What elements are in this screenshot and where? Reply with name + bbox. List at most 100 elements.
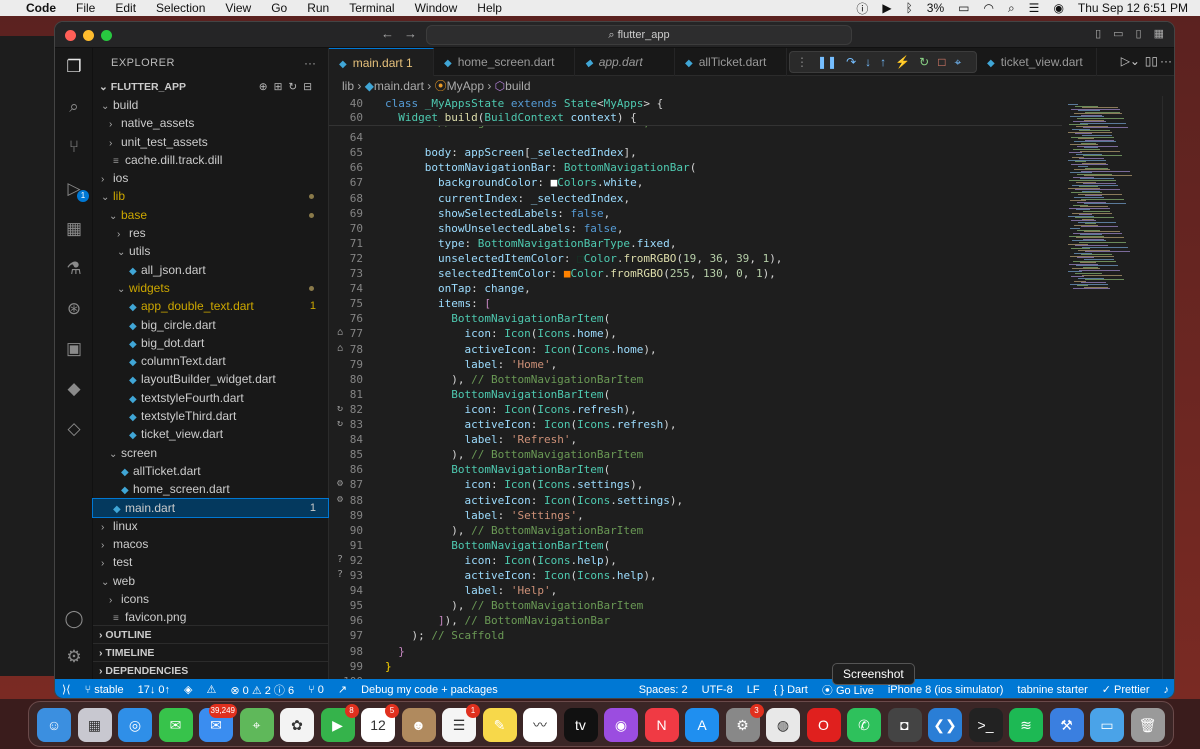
dock-podcasts[interactable]: ◉ [604,708,638,742]
split-editor-icon[interactable]: ▯▯ [1145,54,1158,68]
tree-item[interactable]: ◆ all_json.dart [93,261,328,279]
device-selector[interactable]: iPhone 8 (ios simulator) [881,684,1011,696]
dock-spotify[interactable]: ≋ [1009,708,1043,742]
tab-allticket[interactable]: ◆ allTicket.dart [675,48,787,76]
menu-window[interactable]: Window [405,0,468,16]
back-arrow-icon[interactable]: ← [381,26,394,41]
code-editor[interactable]: 40 class _MyAppsState extends State<MyApp… [329,96,1062,688]
problems-count[interactable]: ⊗ 0 ⚠ 2 ⓘ 6 [223,682,301,698]
tree-item[interactable]: › res [93,224,328,242]
tree-item[interactable]: ◆ textstyleThird.dart [93,407,328,425]
dependencies-section[interactable]: › DEPENDENCIES [93,661,328,679]
tree-item[interactable]: ⌄ build [93,96,328,114]
dock-maps[interactable]: ⌖ [239,708,274,742]
tab-ticket-view[interactable]: ◆ ticket_view.dart [977,48,1097,76]
dock-calendar[interactable]: 12 5 [361,704,399,742]
menu-run[interactable]: Run [297,0,339,16]
tree-item[interactable]: ⌄ lib [93,187,328,205]
dock-screenshot[interactable]: ◘ [887,708,922,742]
play-icon[interactable]: ▶ [882,1,891,15]
dock-vs-code[interactable]: ❮❯ [928,708,962,742]
breadcrumb-file[interactable]: main.dart [374,79,424,93]
menu-go[interactable]: Go [261,0,297,16]
language-mode[interactable]: { } Dart [767,684,815,696]
tab-main-dart[interactable]: ◆ main.dart 1 [329,48,434,76]
tree-item[interactable]: ◆ ticket_view.dart [93,425,328,443]
ports-count[interactable]: ⑂ 0 [301,684,331,696]
tree-item[interactable]: ◆ big_circle.dart [93,316,328,334]
search-icon[interactable]: ⌕ [63,96,85,118]
remote-explorer-icon[interactable]: ▣ [63,338,85,360]
tree-item[interactable]: › native_assets [93,114,328,132]
dock-tv[interactable]: tv [563,708,598,742]
tree-item[interactable]: › linux [93,517,328,535]
minimap[interactable] [1062,96,1162,679]
customize-layout-icon[interactable]: ▦ [1154,27,1164,40]
dock-terminal[interactable]: >_ [968,708,1003,742]
menu-file[interactable]: File [66,0,105,16]
git-graph-icon[interactable]: ⊛ [63,298,85,320]
tabnine-status[interactable]: tabnine starter [1010,684,1094,696]
tree-item[interactable]: ⌄ screen [93,444,328,462]
siri-icon[interactable]: ◉ [1053,1,1063,15]
menu-edit[interactable]: Edit [105,0,146,16]
dock-contacts[interactable]: ☻ [401,708,436,742]
control-center-icon[interactable]: ☰ [1029,1,1040,15]
tree-item[interactable]: ◆ textstyleFourth.dart [93,389,328,407]
step-over-icon[interactable]: ↷ [846,55,856,69]
tree-item[interactable]: ⌄ base [93,206,328,224]
app-menu[interactable]: Code [16,0,66,16]
bluetooth-icon[interactable]: ᛒ [906,1,913,15]
end-of-line[interactable]: LF [740,684,767,696]
tree-item[interactable]: ≡ favicon.png [93,608,328,626]
git-sync[interactable]: 17↓ 0↑ [131,684,177,696]
remote-icon[interactable]: ⟩⟨ [55,683,78,696]
dock-trash[interactable]: 🗑 [1130,708,1165,742]
dock-opera[interactable]: O [806,708,841,742]
dock-launchpad[interactable]: ▦ [77,708,112,742]
manage-gear-icon[interactable]: ⚙ [63,646,85,668]
dock-app-store[interactable]: A [685,708,719,742]
flutter-icon[interactable]: ◆ [63,378,85,400]
debug-config[interactable]: Debug my code + packages [354,684,505,696]
step-into-icon[interactable]: ↓ [865,55,871,69]
dock-reminders[interactable]: ☰ 1 [442,704,480,742]
tree-item[interactable]: ⌄ utils [93,242,328,260]
tree-item[interactable]: › unit_test_assets [93,133,328,151]
prettier-status[interactable]: ✓ Prettier [1095,683,1157,696]
dock-whatsapp[interactable]: ✆ [847,708,881,742]
tree-item[interactable]: › ios [93,169,328,187]
menu-help[interactable]: Help [467,0,512,16]
spotlight-icon[interactable]: ⌕ [1008,1,1015,16]
dock-xcode[interactable]: ⚒ [1049,708,1084,742]
dock-chrome[interactable]: ◍ [766,708,800,742]
project-header[interactable]: ⌄ FLUTTER_APP ⊕⊞↻⊟ [93,78,328,96]
dock-messages[interactable]: ✉ [158,708,193,742]
dock-photos[interactable]: ✿ [280,708,314,742]
vertical-scrollbar[interactable] [1162,96,1174,679]
dock-safari[interactable]: ◎ [118,708,152,742]
drag-handle-icon[interactable]: ⋮ [796,55,808,69]
battery-icon[interactable]: ▭ [958,1,969,15]
stop-icon[interactable]: □ [938,55,945,69]
tree-item[interactable]: ◆ home_screen.dart [93,480,328,498]
menu-terminal[interactable]: Terminal [339,0,404,16]
tabnine-icon[interactable]: ◇ [63,418,85,440]
run-dropdown-icon[interactable]: ▷⌄ [1121,54,1140,68]
forward-arrow-icon[interactable]: → [404,26,417,41]
tree-item[interactable]: ◆ big_dot.dart [93,334,328,352]
tree-item[interactable]: ◆ layoutBuilder_widget.dart [93,370,328,388]
command-center-search[interactable]: ⌕ flutter_app [426,25,852,45]
editor-more-icon[interactable]: ··· [1160,54,1172,68]
dock-notes[interactable]: ✎ [482,708,517,742]
toggle-secondary-sidebar-icon[interactable]: ▯ [1136,27,1142,40]
tree-item[interactable]: ≡ cache.dill.track.dill [93,151,328,169]
dock-mail[interactable]: ✉ 39,249 [199,704,237,742]
dock-facetime[interactable]: ▶ 8 [320,704,359,742]
hot-reload-icon[interactable]: ⚡ [895,55,910,69]
timeline-section[interactable]: › TIMELINE [93,643,328,661]
breadcrumb-class[interactable]: MyApp [447,79,484,93]
restart-icon[interactable]: ↻ [919,55,929,69]
explorer-files-icon[interactable]: ❐ [63,56,85,78]
more-actions-icon[interactable]: ··· [304,56,316,70]
